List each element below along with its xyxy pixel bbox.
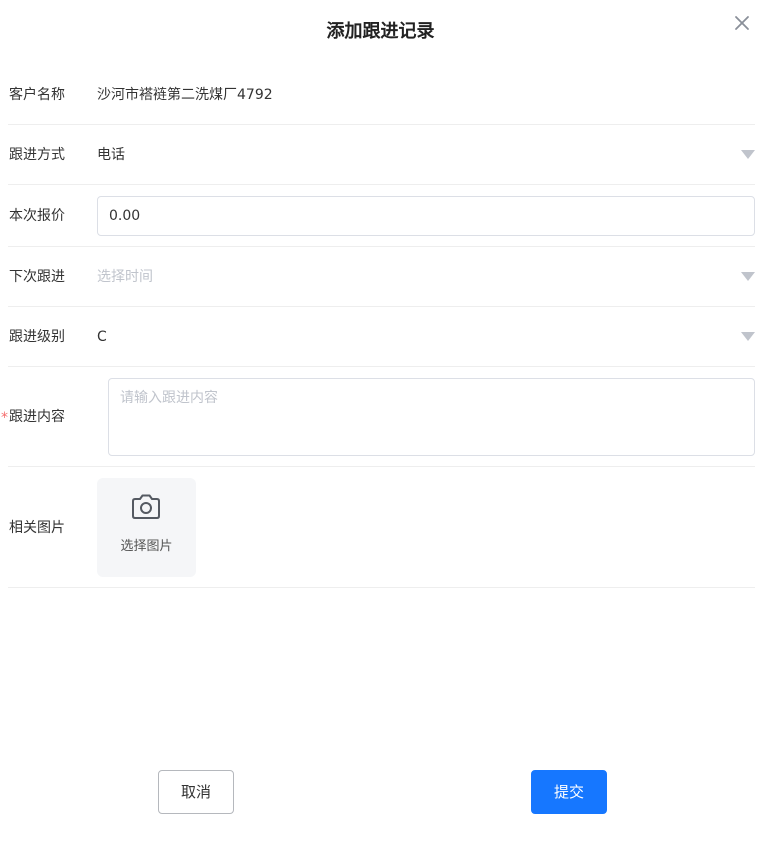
method-value[interactable]: 电话 [97,145,125,165]
close-icon [735,16,749,30]
required-mark: * [1,410,8,426]
follow-up-dialog: 添加跟进记录 客户名称 沙河市褡裢第二洗煤厂4792 跟进方式 电话 本次报价 … [0,0,761,846]
submit-button[interactable]: 提交 [531,770,607,814]
content-label: 跟进内容 [9,409,65,425]
caret-down-icon[interactable] [741,272,755,282]
images-label: 相关图片 [9,520,65,536]
level-label: 跟进级别 [9,329,65,345]
quote-row: 本次报价 [8,185,755,247]
caret-down-icon[interactable] [741,332,755,342]
cancel-button[interactable]: 取消 [158,770,234,814]
customer-label: 客户名称 [9,87,65,103]
quote-label: 本次报价 [9,208,65,224]
quote-input[interactable] [97,196,755,236]
dialog-title: 添加跟进记录 [326,21,435,42]
image-upload-button[interactable]: 选择图片 [97,478,196,577]
level-row[interactable]: 跟进级别 C [8,307,755,367]
customer-value: 沙河市褡裢第二洗煤厂4792 [97,87,273,103]
method-row[interactable]: 跟进方式 电话 [8,125,755,185]
content-textarea[interactable] [108,378,755,456]
image-upload-label: 选择图片 [120,539,173,554]
camera-icon [132,494,160,519]
close-button[interactable] [731,12,753,34]
images-row: 相关图片 选择图片 [8,467,755,588]
next-followup-picker[interactable]: 选择时间 [97,267,153,287]
method-label: 跟进方式 [9,147,65,163]
next-followup-row[interactable]: 下次跟进 选择时间 [8,247,755,307]
customer-row: 客户名称 沙河市褡裢第二洗煤厂4792 [8,65,755,125]
next-followup-label: 下次跟进 [9,269,65,285]
caret-down-icon[interactable] [741,150,755,160]
content-row: * 跟进内容 [1,367,755,467]
level-value[interactable]: C [97,327,107,347]
